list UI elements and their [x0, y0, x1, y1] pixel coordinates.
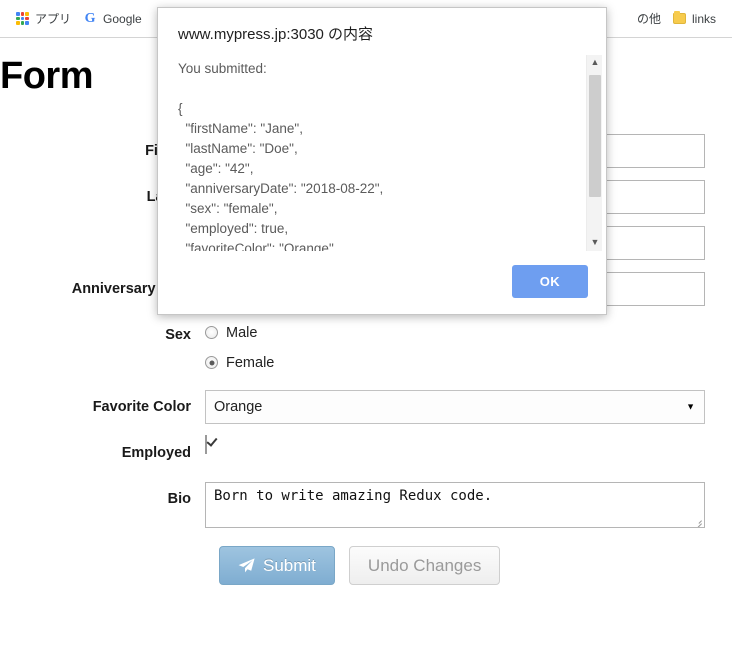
dialog-title: www.mypress.jp:3030 の内容: [178, 26, 374, 43]
apps-grid-icon: [16, 12, 29, 25]
paper-plane-icon: [238, 558, 255, 573]
radio-male-icon[interactable]: [205, 326, 218, 340]
favorite-color-value: Orange: [214, 398, 263, 415]
form-row-sex: Sex Male Female: [0, 318, 732, 378]
submit-button-label: Submit: [263, 555, 316, 575]
resize-grip-icon[interactable]: [693, 516, 703, 526]
form-row-favorite-color: Favorite Color Orange ▼: [0, 389, 732, 424]
favorite-color-control: Orange ▼: [205, 389, 732, 424]
chevron-down-icon: ▼: [686, 401, 695, 412]
favorite-color-select[interactable]: Orange ▼: [205, 389, 705, 424]
folder-icon: [672, 11, 686, 24]
bookmark-other[interactable]: の他: [631, 7, 667, 30]
dialog-body-wrapper: You submitted: { "firstName": "Jane", "l…: [158, 54, 602, 251]
radio-option-female[interactable]: Female: [205, 348, 732, 378]
employed-checkbox[interactable]: [205, 434, 207, 454]
dialog-container: www.mypress.jp:3030 の内容 You submitted: {…: [157, 7, 607, 315]
scrollbar-thumb[interactable]: [589, 74, 601, 197]
bookmark-links-label: links: [691, 11, 716, 26]
javascript-alert-dialog: www.mypress.jp:3030 の内容 You submitted: {…: [157, 7, 607, 315]
undo-changes-button[interactable]: Undo Changes: [348, 545, 501, 585]
scroll-up-icon[interactable]: ▲: [587, 55, 602, 71]
form-row-employed: Employed: [0, 434, 732, 470]
form-buttons: Submit Undo Changes: [219, 545, 732, 585]
employed-control: [205, 434, 732, 454]
scroll-down-icon[interactable]: ▼: [587, 235, 602, 251]
sex-label: Sex: [165, 326, 191, 343]
submit-button[interactable]: Submit: [219, 545, 335, 585]
bookmark-apps[interactable]: アプリ: [10, 7, 77, 30]
bookmark-google-label: Google: [103, 11, 142, 26]
ok-button[interactable]: OK: [511, 264, 588, 298]
bio-value: Born to write amazing Redux code.: [214, 487, 493, 504]
bookmark-other-label: の他: [636, 12, 661, 26]
dialog-footer: OK: [158, 250, 606, 314]
bookmark-google[interactable]: G Google: [77, 9, 148, 29]
bio-textarea[interactable]: Born to write amazing Redux code.: [205, 481, 705, 528]
dialog-scrollbar[interactable]: ▲ ▼: [586, 54, 602, 251]
radio-female-icon[interactable]: [205, 356, 218, 370]
form-row-bio: Bio Born to write amazing Redux code.: [0, 481, 732, 528]
radio-male-label: Male: [226, 324, 258, 341]
bookmark-links-folder[interactable]: links: [667, 9, 722, 29]
radio-option-male[interactable]: Male: [205, 318, 732, 348]
radio-female-label: Female: [226, 354, 275, 371]
dialog-message: You submitted: { "firstName": "Jane", "l…: [178, 60, 384, 251]
employed-label: Employed: [121, 444, 191, 461]
bio-control: Born to write amazing Redux code.: [205, 481, 732, 528]
bio-label: Bio: [167, 490, 191, 507]
favorite-color-label: Favorite Color: [92, 398, 191, 415]
sex-control: Male Female: [205, 318, 732, 378]
undo-changes-label: Undo Changes: [367, 555, 482, 575]
bookmark-apps-label: アプリ: [35, 12, 72, 26]
google-g-icon: G: [84, 10, 96, 26]
